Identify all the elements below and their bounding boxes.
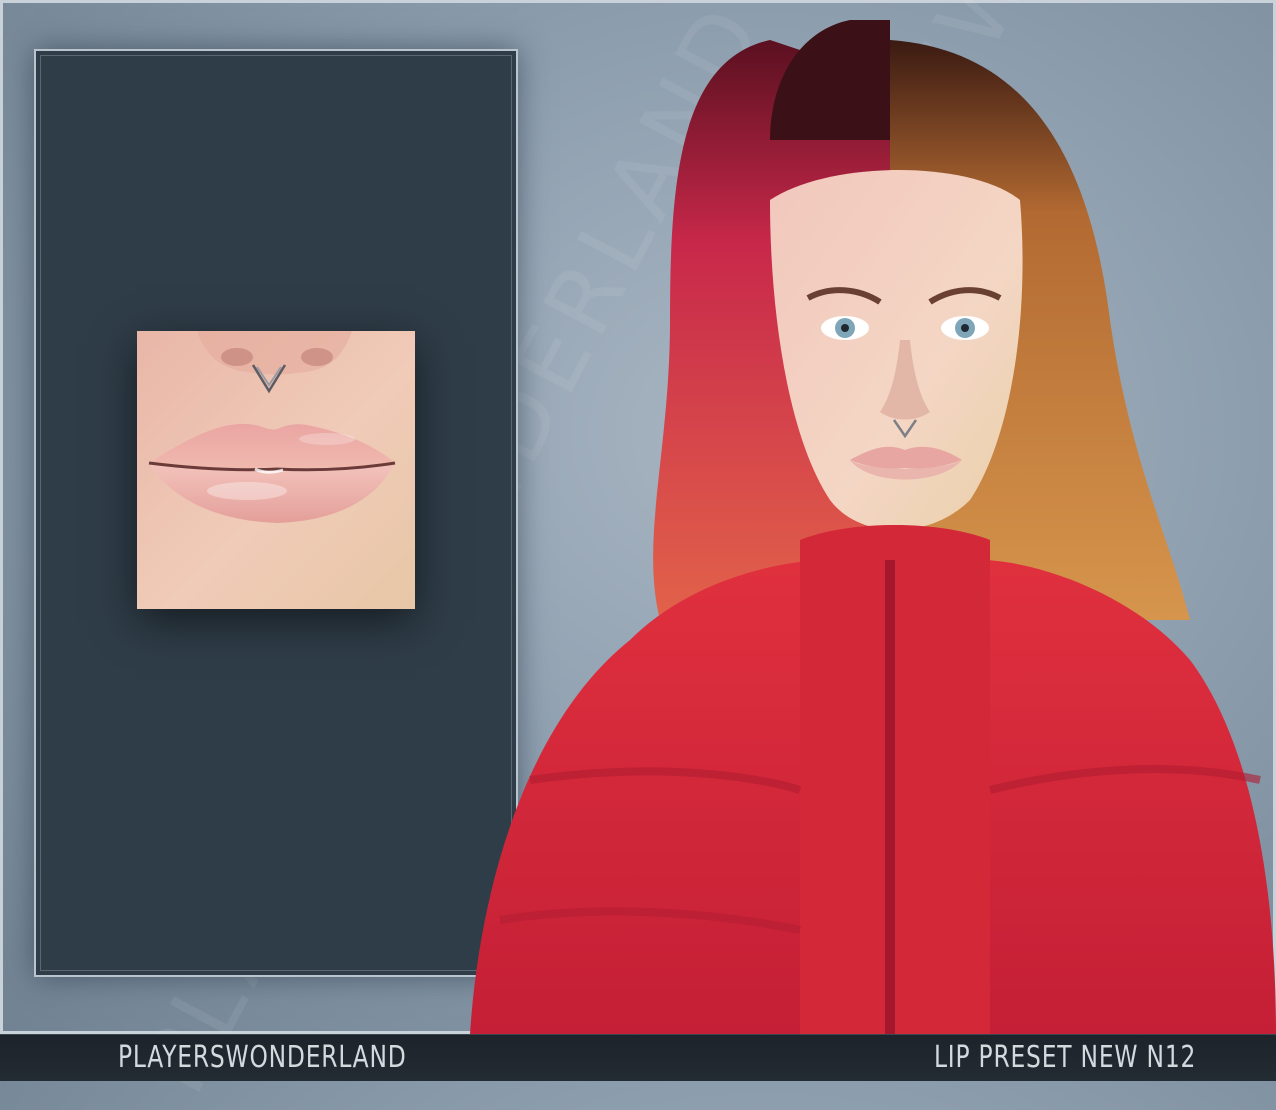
item-name-caption: LIP PRESET NEW N12 bbox=[933, 1040, 1196, 1075]
model-portrait bbox=[470, 20, 1276, 1034]
lip-swatch-image bbox=[137, 331, 415, 609]
brand-caption: PLAYERSWONDERLAND bbox=[118, 1040, 407, 1075]
